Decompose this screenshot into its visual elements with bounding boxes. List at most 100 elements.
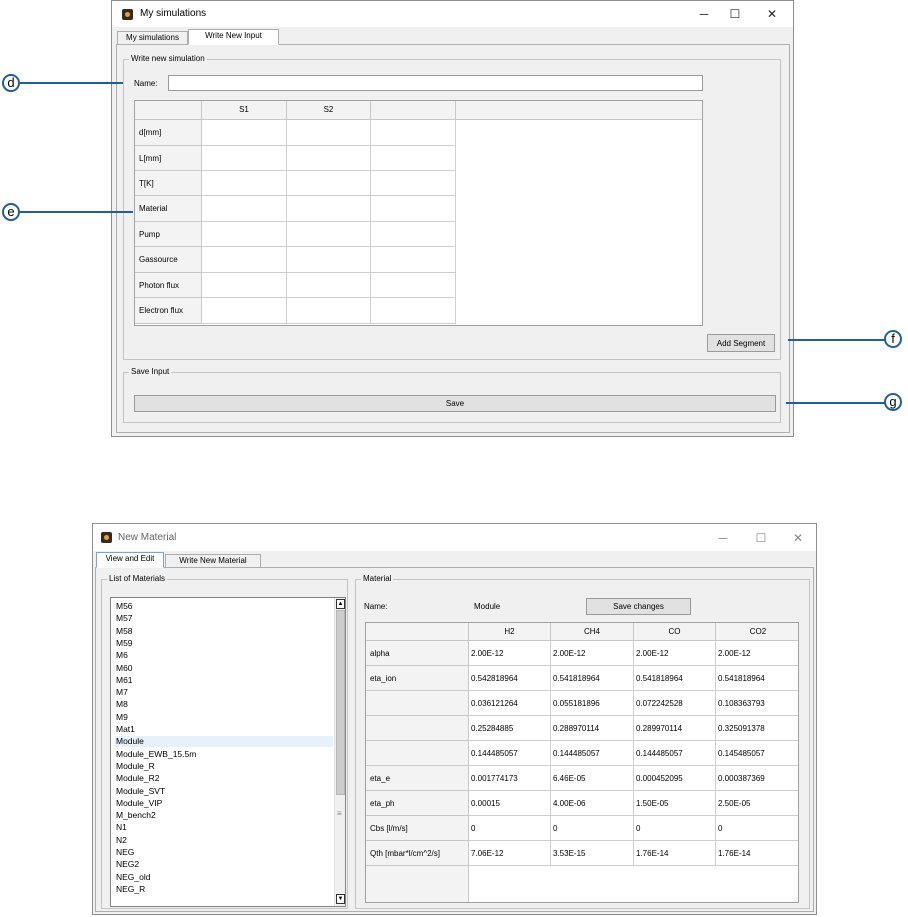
grid-cell[interactable] xyxy=(371,146,456,171)
table-cell[interactable]: 0 xyxy=(551,816,634,841)
grid-cell[interactable] xyxy=(287,273,371,298)
list-item[interactable]: M58 xyxy=(115,626,333,637)
grid-cell[interactable] xyxy=(371,247,456,273)
list-item[interactable]: M60 xyxy=(115,663,333,674)
grid-cell[interactable] xyxy=(371,222,456,247)
table-cell[interactable]: 0.00015 xyxy=(469,791,551,816)
table-cell[interactable]: 4.00E-06 xyxy=(551,791,634,816)
list-item[interactable]: Mat1 xyxy=(115,724,333,735)
table-cell[interactable]: 0.144485057 xyxy=(634,741,716,766)
list-item[interactable]: NEG xyxy=(115,847,333,858)
table-cell[interactable]: 0.144485057 xyxy=(551,741,634,766)
save-button[interactable]: Save xyxy=(134,395,776,412)
save-changes-button[interactable]: Save changes xyxy=(586,598,691,615)
grid-cell[interactable] xyxy=(287,247,371,273)
grid-cell[interactable] xyxy=(287,298,371,324)
tab-my-simulations[interactable]: My simulations xyxy=(117,31,188,45)
row-header[interactable]: Photon flux xyxy=(135,273,202,298)
table-cell[interactable]: 3.53E-15 xyxy=(551,841,634,866)
scroll-up-icon[interactable]: ▲ xyxy=(336,599,345,609)
row-header[interactable]: Gassource xyxy=(135,247,202,273)
row-header[interactable]: T[K] xyxy=(135,171,202,196)
row-header[interactable]: Qth [mbar*l/cm^2/s] xyxy=(366,841,469,866)
list-item[interactable]: N2 xyxy=(115,835,333,846)
row-header[interactable]: Cbs [l/m/s] xyxy=(366,816,469,841)
grid-cell[interactable] xyxy=(202,222,287,247)
list-item[interactable]: M61 xyxy=(115,675,333,686)
column-header[interactable]: CO2 xyxy=(716,623,798,641)
table-cell[interactable]: 1.76E-14 xyxy=(634,841,716,866)
table-cell[interactable]: 0.072242528 xyxy=(634,691,716,716)
column-header[interactable] xyxy=(371,101,456,120)
row-header[interactable] xyxy=(366,691,469,716)
table-cell[interactable]: 0.289970114 xyxy=(634,716,716,741)
table-cell[interactable]: 0.108363793 xyxy=(716,691,798,716)
column-header[interactable]: CO xyxy=(634,623,716,641)
table-cell[interactable]: 0.542818964 xyxy=(469,666,551,691)
close-icon[interactable]: ✕ xyxy=(788,531,808,545)
grid-cell[interactable] xyxy=(202,273,287,298)
table-cell[interactable]: 1.50E-05 xyxy=(634,791,716,816)
column-header[interactable]: H2 xyxy=(469,623,551,641)
list-item[interactable]: M57 xyxy=(115,613,333,624)
list-item[interactable]: Module_SVT xyxy=(115,786,333,797)
tab-write-new-material[interactable]: Write New Material xyxy=(165,554,261,568)
list-item[interactable]: NEG_old xyxy=(115,872,333,883)
list-item[interactable]: Module_VIP xyxy=(115,798,333,809)
table-cell[interactable]: 0 xyxy=(469,816,551,841)
grid-cell[interactable] xyxy=(287,222,371,247)
list-item[interactable]: M56 xyxy=(115,601,333,612)
column-header[interactable]: S2 xyxy=(287,101,371,120)
row-header[interactable] xyxy=(366,741,469,766)
table-cell[interactable]: 0.036121264 xyxy=(469,691,551,716)
table-cell[interactable]: 0.541818964 xyxy=(634,666,716,691)
grid-cell[interactable] xyxy=(202,120,287,146)
grid-cell[interactable] xyxy=(287,171,371,196)
table-cell[interactable]: 2.00E-12 xyxy=(716,641,798,666)
grid-cell[interactable] xyxy=(202,196,287,222)
row-header[interactable]: Pump xyxy=(135,222,202,247)
grid-cell[interactable] xyxy=(371,171,456,196)
list-item[interactable]: M9 xyxy=(115,712,333,723)
table-cell[interactable]: 2.00E-12 xyxy=(634,641,716,666)
grid-cell[interactable] xyxy=(202,247,287,273)
grid-cell[interactable] xyxy=(287,146,371,171)
table-cell[interactable]: 7.06E-12 xyxy=(469,841,551,866)
minimize-icon[interactable]: ─ xyxy=(694,7,714,21)
grid-cell[interactable] xyxy=(371,120,456,146)
table-cell[interactable]: 0.25284885 xyxy=(469,716,551,741)
materials-list[interactable]: M56 M57 M58 M59 M6 M60 M61 M7 M8 M9 Mat1 Module Modu… xyxy=(110,597,346,907)
list-item[interactable]: M8 xyxy=(115,699,333,710)
table-cell[interactable]: 0.144485057 xyxy=(469,741,551,766)
list-item[interactable]: NEG2 xyxy=(115,859,333,870)
name-input[interactable] xyxy=(168,75,703,91)
list-item[interactable]: Module_R xyxy=(115,761,333,772)
list-item[interactable]: M6 xyxy=(115,650,333,661)
list-item[interactable]: M59 xyxy=(115,638,333,649)
maximize-icon[interactable]: ☐ xyxy=(725,7,745,21)
table-cell[interactable]: 2.00E-12 xyxy=(551,641,634,666)
column-header[interactable]: S1 xyxy=(202,101,287,120)
row-header[interactable]: L[mm] xyxy=(135,146,202,171)
row-header[interactable]: Material xyxy=(135,196,202,222)
tab-view-and-edit[interactable]: View and Edit xyxy=(96,552,164,568)
row-header[interactable]: eta_e xyxy=(366,766,469,791)
table-cell[interactable]: 0.000387369 xyxy=(716,766,798,791)
table-cell[interactable]: 2.50E-05 xyxy=(716,791,798,816)
maximize-icon[interactable]: ☐ xyxy=(751,531,771,545)
column-header[interactable]: CH4 xyxy=(551,623,634,641)
table-cell[interactable]: 0.541818964 xyxy=(716,666,798,691)
row-header[interactable]: eta_ion xyxy=(366,666,469,691)
table-cell[interactable]: 0 xyxy=(634,816,716,841)
grid-cell[interactable] xyxy=(202,298,287,324)
row-header[interactable]: alpha xyxy=(366,641,469,666)
table-cell[interactable]: 0.145485057 xyxy=(716,741,798,766)
list-item[interactable]: Module_EWB_15.5m xyxy=(115,749,333,760)
close-icon[interactable]: ✕ xyxy=(762,7,782,21)
scroll-thumb[interactable] xyxy=(336,610,345,795)
row-header[interactable] xyxy=(366,716,469,741)
grid-cell[interactable] xyxy=(371,273,456,298)
tab-write-new-input[interactable]: Write New Input xyxy=(188,29,279,45)
table-cell[interactable]: 0 xyxy=(716,816,798,841)
grid-cell[interactable] xyxy=(202,146,287,171)
